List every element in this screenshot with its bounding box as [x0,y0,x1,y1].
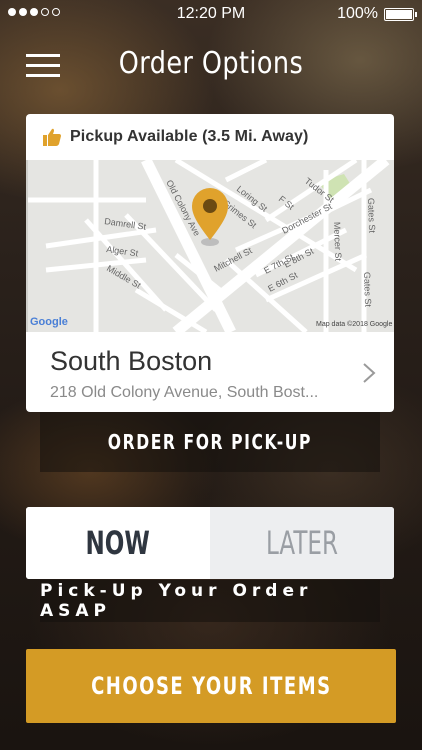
now-label: NOW [85,524,151,562]
timing-note: Pick-Up Your Order ASAP [40,580,380,622]
choose-items-label: CHOOSE YOUR ITEMS [90,672,332,700]
location-select-row[interactable]: South Boston 218 Old Colony Avenue, Sout… [26,332,394,412]
street-label: Mercer St [332,222,343,262]
thumbs-up-icon [43,128,61,146]
now-toggle-button[interactable]: NOW [26,507,210,579]
choose-items-button[interactable]: CHOOSE YOUR ITEMS [26,649,396,723]
location-card: Pickup Available (3.5 Mi. Away) Old Colo… [26,114,394,412]
pickup-availability-text: Pickup Available (3.5 Mi. Away) [70,128,309,145]
street-label: Gates St [366,198,377,234]
later-label: LATER [266,524,338,562]
map[interactable]: Old Colony Ave Loring St Grimes St F St … [26,160,394,332]
timing-toggle: NOW LATER [26,507,394,579]
order-type-text: ORDER FOR PICK-UP [107,430,313,454]
map-attribution: Map data ©2018 Google [316,320,392,328]
header: Order Options [0,40,422,92]
chevron-right-icon [363,363,376,383]
google-logo: Google [30,316,68,328]
street-label: Gates St [362,272,373,308]
battery-icon [384,8,417,21]
battery-percent: 100% [337,5,378,22]
status-bar: 12:20 PM 100% [0,0,422,28]
place-name: South Boston [50,346,213,376]
pickup-availability: Pickup Available (3.5 Mi. Away) [26,114,394,160]
order-type-label: ORDER FOR PICK-UP [40,412,380,472]
page-title: Order Options [118,46,304,81]
place-address: 218 Old Colony Avenue, South Bost... [50,384,319,401]
later-toggle-button[interactable]: LATER [210,507,394,579]
